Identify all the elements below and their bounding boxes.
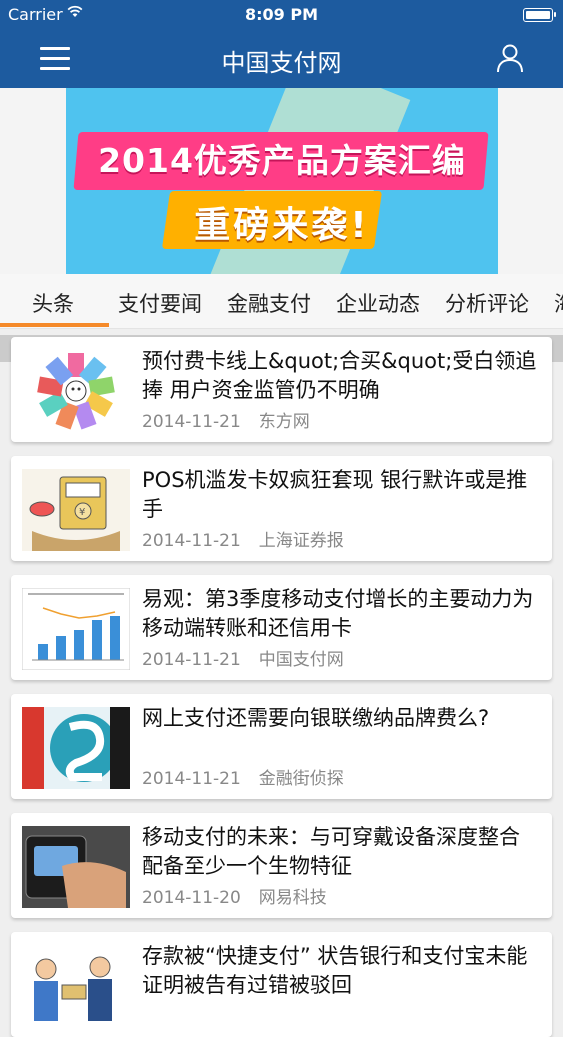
tab-company-news[interactable]: 企业动态 <box>336 288 420 318</box>
article-source: 网易科技 <box>258 888 327 908</box>
banner-image[interactable]: 2014优秀产品方案汇编 重磅来袭! <box>66 88 498 274</box>
app-title: 中国支付网 <box>221 49 342 77</box>
article-source: 金融街侦探 <box>258 769 344 789</box>
tab-headlines[interactable]: 头条 <box>32 288 74 318</box>
tab-payment-news[interactable]: 支付要闻 <box>118 288 202 318</box>
battery-icon <box>523 8 556 22</box>
article-card[interactable]: 存款被“快捷支付” 状告银行和支付宝未能证明被告有过错被驳回 <box>11 932 552 1037</box>
article-date: 2014-11-21 <box>142 531 241 551</box>
article-title: 网上支付还需要向银联缴纳品牌费么? <box>142 706 490 730</box>
tab-analysis[interactable]: 分析评论 <box>445 288 529 318</box>
nav-bar: 中国支付网 <box>0 30 563 88</box>
article-date: 2014-11-21 <box>142 769 241 789</box>
banner-headline: 2014优秀产品方案汇编 <box>98 141 466 180</box>
tab-overseas[interactable]: 海 <box>554 288 563 318</box>
article-thumbnail <box>22 945 130 1027</box>
status-bar: Carrier 8:09 PM <box>0 0 563 30</box>
article-card[interactable]: 易观：第3季度移动支付增长的主要动力为移动端转账和还信用卡 2014-11-21… <box>11 575 552 680</box>
article-title: 移动支付的未来：与可穿戴设备深度整合 配备至少一个生物特征 <box>142 825 520 878</box>
article-thumbnail <box>22 588 130 670</box>
article-meta: 2014-11-21 东方网 <box>142 407 310 432</box>
article-title: 存款被“快捷支付” 状告银行和支付宝未能证明被告有过错被驳回 <box>142 944 528 997</box>
article-thumbnail: ¥ <box>22 469 130 551</box>
article-meta: 2014-11-20 网易科技 <box>142 883 327 908</box>
article-title: POS机滥发卡奴疯狂套现 银行默许或是推手 <box>142 468 528 521</box>
article-thumbnail <box>22 707 130 789</box>
banner-subheadline: 重磅来袭! <box>194 205 370 246</box>
article-thumbnail <box>22 350 130 432</box>
article-date: 2014-11-20 <box>142 888 241 908</box>
svg-text:¥: ¥ <box>79 507 85 518</box>
active-tab-indicator <box>0 323 109 327</box>
article-card[interactable]: 移动支付的未来：与可穿戴设备深度整合 配备至少一个生物特征 2014-11-20… <box>11 813 552 918</box>
article-source: 中国支付网 <box>258 650 344 670</box>
article-card[interactable]: 网上支付还需要向银联缴纳品牌费么? 2014-11-21 金融街侦探 <box>11 694 552 799</box>
article-date: 2014-11-21 <box>142 412 241 432</box>
tab-financial-payment[interactable]: 金融支付 <box>227 288 311 318</box>
article-source: 东方网 <box>258 412 310 432</box>
banner-carousel[interactable]: 2014优秀产品方案汇编 重磅来袭! <box>0 88 563 362</box>
article-meta: 2014-11-21 上海证券报 <box>142 526 344 551</box>
article-card[interactable]: ¥ POS机滥发卡奴疯狂套现 银行默许或是推手 2014-11-21 上海证券报 <box>11 456 552 561</box>
article-meta: 2014-11-21 金融街侦探 <box>142 764 344 789</box>
category-tabs: 头条 支付要闻 金融支付 企业动态 分析评论 海 <box>0 274 563 329</box>
article-date: 2014-11-21 <box>142 650 241 670</box>
article-title: 预付费卡线上&quot;合买&quot;受白领追捧 用户资金监管仍不明确 <box>142 349 537 402</box>
article-title: 易观：第3季度移动支付增长的主要动力为移动端转账和还信用卡 <box>142 587 534 640</box>
article-thumbnail <box>22 826 130 908</box>
clock: 8:09 PM <box>244 5 318 24</box>
article-source: 上海证券报 <box>258 531 344 551</box>
user-icon[interactable] <box>494 42 526 74</box>
article-meta: 2014-11-21 中国支付网 <box>142 645 344 670</box>
article-card[interactable]: 预付费卡线上&quot;合买&quot;受白领追捧 用户资金监管仍不明确 201… <box>11 337 552 442</box>
